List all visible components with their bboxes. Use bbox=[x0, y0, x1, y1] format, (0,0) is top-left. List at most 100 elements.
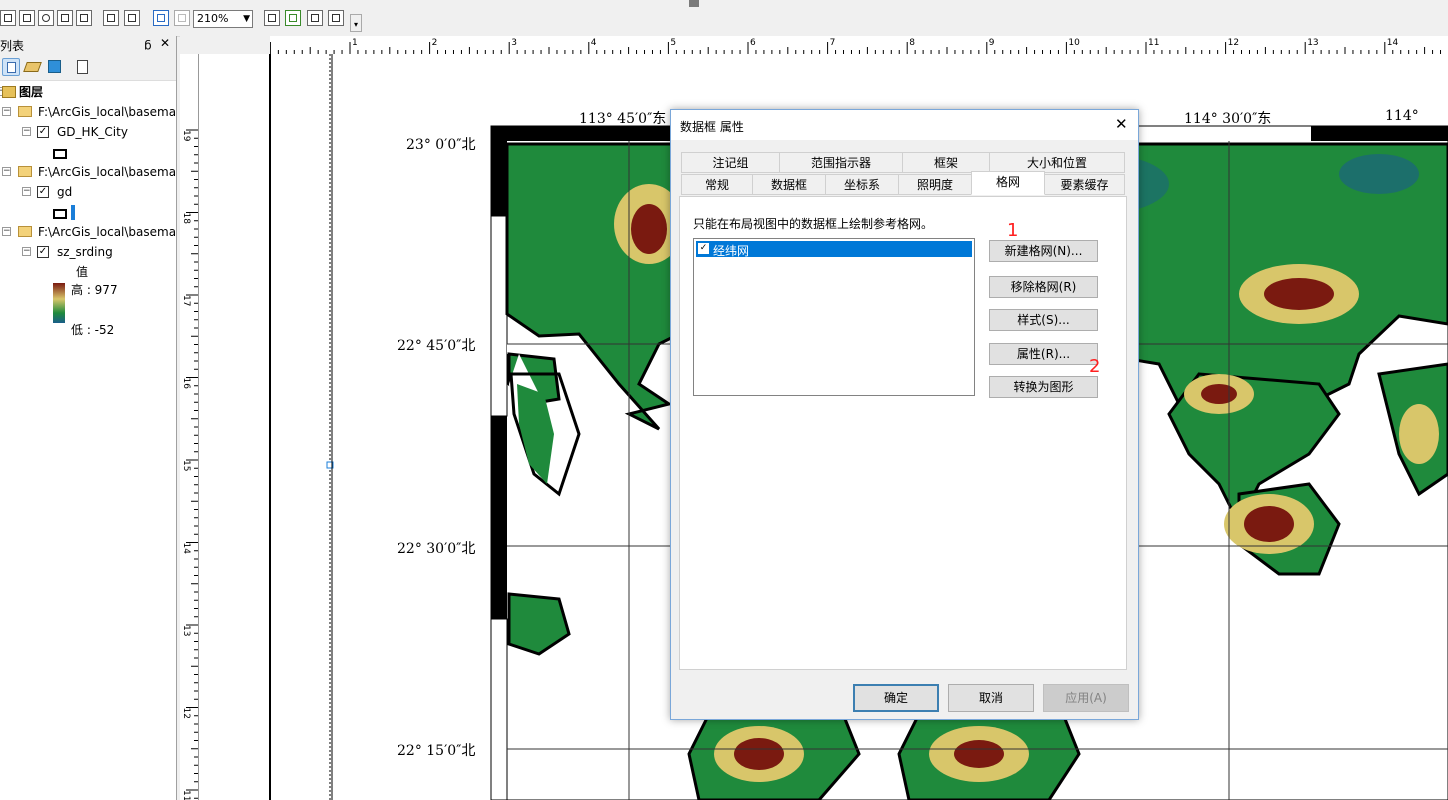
cancel-button[interactable]: 取消 bbox=[948, 684, 1034, 712]
ruler-label: 19 bbox=[181, 130, 191, 142]
focus-data-frame-icon[interactable] bbox=[285, 10, 301, 26]
list-by-source-icon[interactable] bbox=[23, 58, 42, 74]
scrollbar-arrow-icon[interactable] bbox=[689, 0, 699, 7]
longitude-label[interactable]: 114° 30′0″东 bbox=[1184, 108, 1271, 128]
tab-coordinate-system[interactable]: 坐标系 bbox=[825, 174, 899, 195]
group-row[interactable]: − F:\ArcGis_local\basema bbox=[0, 223, 176, 241]
polygon-symbol-icon[interactable] bbox=[53, 209, 67, 219]
tab-size-position[interactable]: 大小和位置 bbox=[989, 152, 1125, 173]
tab-annotation-groups[interactable]: 注记组 bbox=[681, 152, 780, 173]
fixed-zoom-in-icon[interactable] bbox=[103, 10, 119, 26]
longitude-label[interactable]: 113° 45′0″东 bbox=[579, 108, 666, 128]
change-layout-icon[interactable] bbox=[307, 10, 323, 26]
grid-instruction: 只能在布局视图中的数据框上绘制参考格网。 bbox=[693, 217, 934, 231]
apply-button[interactable]: 应用(A) bbox=[1043, 684, 1129, 712]
ruler-label: 2 bbox=[432, 38, 438, 48]
group-row[interactable]: − F:\ArcGis_local\basema bbox=[0, 103, 176, 121]
properties-button[interactable]: 属性(R)... bbox=[989, 343, 1098, 365]
color-ramp-icon[interactable] bbox=[53, 283, 65, 323]
tab-data-frame[interactable]: 数据框 bbox=[752, 174, 826, 195]
ruler-label: 8 bbox=[909, 38, 915, 48]
pin-icon[interactable]: ᵷ bbox=[144, 36, 152, 50]
ruler-label: 12 bbox=[181, 708, 191, 719]
toc-tabs bbox=[0, 54, 176, 81]
ruler-ticks: 1 2 3 4 5 6 7 8 9 10 11 12 13 14 bbox=[270, 38, 1442, 54]
latitude-label[interactable]: 22° 30′0″北 bbox=[397, 538, 475, 558]
tab-general[interactable]: 常规 bbox=[681, 174, 753, 195]
ruler-label: 15 bbox=[181, 460, 191, 471]
data-frame-properties-dialog[interactable]: 数据框 属性 ✕ 注记组 范围指示器 框架 大小和位置 常规 数据框 坐标系 照… bbox=[670, 109, 1139, 720]
selection-bar bbox=[71, 205, 75, 220]
annotation-number: 1 bbox=[1007, 220, 1019, 241]
zoom-100-icon[interactable] bbox=[76, 10, 92, 26]
ok-button[interactable]: 确定 bbox=[853, 684, 939, 712]
tab-illumination[interactable]: 照明度 bbox=[898, 174, 972, 195]
toc-header: 内容列表 ᵷ ✕ bbox=[0, 36, 176, 54]
layers-label: 图层 bbox=[19, 85, 44, 99]
ruler-label: 14 bbox=[1387, 38, 1399, 48]
chevron-down-icon: ▼ bbox=[243, 14, 250, 24]
neatline-segment bbox=[491, 141, 507, 216]
new-grid-button[interactable]: 新建格网(N)... bbox=[989, 240, 1098, 262]
grid-checkbox[interactable]: ✓ bbox=[698, 243, 709, 254]
list-by-drawing-order-icon[interactable] bbox=[2, 58, 20, 76]
toolbar-options-icon[interactable]: ▾ bbox=[350, 14, 362, 32]
list-by-selection-icon[interactable] bbox=[74, 58, 90, 74]
zoom-out-icon[interactable] bbox=[19, 10, 35, 26]
polygon-symbol-icon[interactable] bbox=[53, 149, 67, 159]
forward-extent-icon[interactable] bbox=[174, 10, 190, 26]
layer-visibility-checkbox[interactable]: ✓ bbox=[37, 186, 49, 198]
collapse-icon[interactable]: − bbox=[22, 127, 31, 136]
grid-list[interactable]: ✓ 经纬网 bbox=[693, 238, 975, 396]
horizontal-ruler: 1 2 3 4 5 6 7 8 9 10 11 12 13 14 bbox=[270, 36, 1448, 55]
grid-item-label: 经纬网 bbox=[713, 244, 750, 258]
zoom-level-select[interactable]: 210% ▼ bbox=[193, 10, 253, 28]
ruler-label: 13 bbox=[1307, 38, 1318, 48]
dialog-titlebar[interactable]: 数据框 属性 ✕ bbox=[671, 110, 1138, 140]
latitude-label[interactable]: 23° 0′0″北 bbox=[406, 134, 476, 154]
longitude-label[interactable]: 114° bbox=[1385, 108, 1419, 124]
group-path: F:\ArcGis_local\basema bbox=[38, 225, 177, 239]
collapse-icon[interactable]: − bbox=[2, 227, 11, 236]
group-row[interactable]: − F:\ArcGis_local\basema bbox=[0, 163, 176, 181]
tab-extent-indicators[interactable]: 范围指示器 bbox=[779, 152, 903, 173]
neatline-segment bbox=[491, 416, 507, 619]
close-icon[interactable]: ✕ bbox=[160, 36, 170, 50]
tab-feature-cache[interactable]: 要素缓存 bbox=[1044, 174, 1125, 195]
annotation-number: 2 bbox=[1089, 356, 1101, 377]
back-extent-icon[interactable] bbox=[153, 10, 169, 26]
ruler-label: 4 bbox=[591, 38, 597, 48]
latitude-label[interactable]: 22° 45′0″北 bbox=[397, 335, 475, 355]
collapse-icon[interactable]: − bbox=[22, 247, 31, 256]
ruler-corner bbox=[180, 36, 270, 54]
dialog-title: 数据框 属性 bbox=[680, 120, 744, 134]
close-icon[interactable]: ✕ bbox=[1115, 115, 1128, 133]
fixed-zoom-out-icon[interactable] bbox=[124, 10, 140, 26]
tab-grids[interactable]: 格网 bbox=[971, 171, 1045, 195]
layer-visibility-checkbox[interactable]: ✓ bbox=[37, 126, 49, 138]
layer-name: sz_srding bbox=[57, 245, 113, 259]
style-button[interactable]: 样式(S)... bbox=[989, 309, 1098, 331]
pan-icon[interactable] bbox=[38, 10, 54, 26]
list-item[interactable]: ✓ 经纬网 bbox=[696, 241, 972, 258]
legend-high: 高 : 977 bbox=[71, 283, 118, 297]
convert-to-graphics-button[interactable]: 转换为图形 bbox=[989, 376, 1098, 398]
tab-frame[interactable]: 框架 bbox=[902, 152, 990, 173]
zoom-in-icon[interactable] bbox=[0, 10, 16, 26]
ruler-ticks: 19 18 17 16 15 14 13 12 11 bbox=[181, 129, 198, 800]
zoom-whole-page-icon[interactable] bbox=[57, 10, 73, 26]
layer-visibility-checkbox[interactable]: ✓ bbox=[37, 246, 49, 258]
collapse-icon[interactable]: − bbox=[22, 187, 31, 196]
collapse-icon[interactable]: − bbox=[2, 167, 11, 176]
table-of-contents-panel: 内容列表 ᵷ ✕ − 图层 − F:\ArcGis_local\basema −… bbox=[0, 36, 177, 800]
list-by-visibility-icon[interactable] bbox=[46, 58, 62, 74]
neatline-segment bbox=[1311, 126, 1448, 141]
collapse-icon[interactable]: − bbox=[2, 107, 11, 116]
data-driven-pages-icon[interactable] bbox=[328, 10, 344, 26]
ruler-label: 9 bbox=[989, 38, 995, 48]
legend-field: 值 bbox=[76, 265, 89, 279]
latitude-label[interactable]: 22° 15′0″北 bbox=[397, 740, 475, 760]
remove-grid-button[interactable]: 移除格网(R) bbox=[989, 276, 1098, 298]
layer-name: gd bbox=[57, 185, 73, 199]
toggle-draft-mode-icon[interactable] bbox=[264, 10, 280, 26]
